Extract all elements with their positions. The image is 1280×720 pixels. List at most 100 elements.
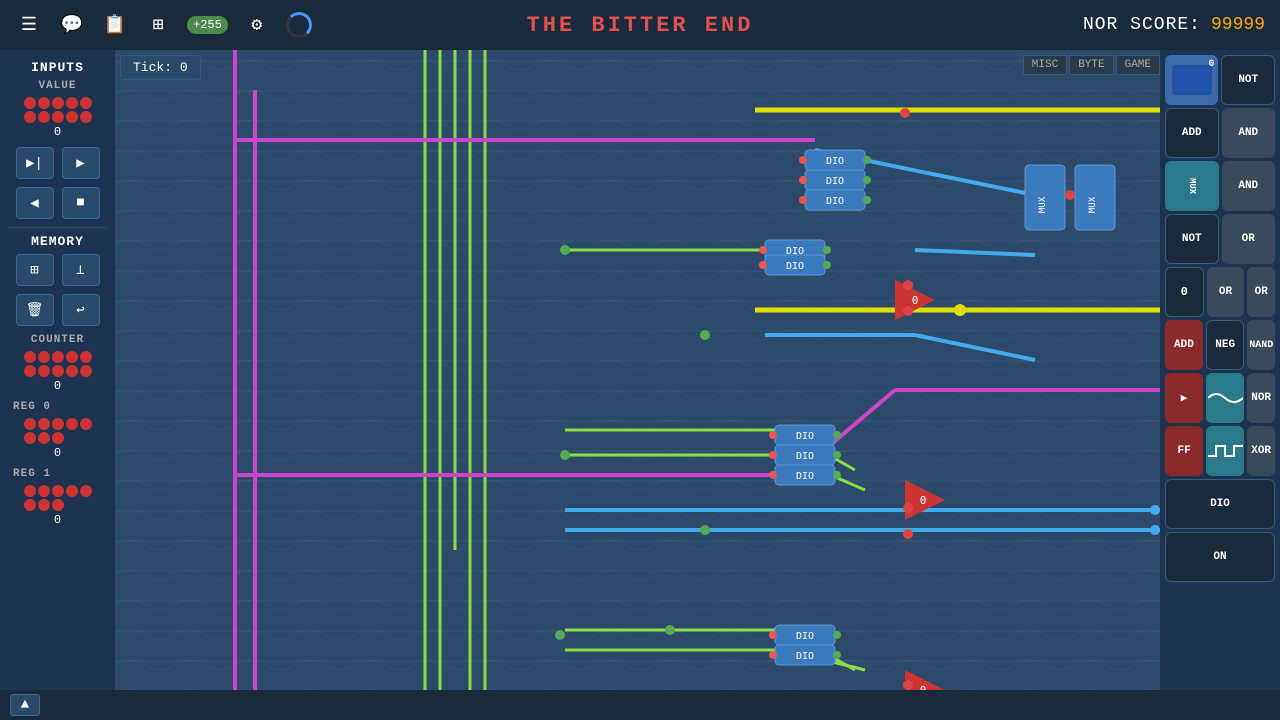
chip-nor[interactable]: NOR bbox=[1247, 373, 1275, 423]
control-row-2: ◀ ■ bbox=[8, 187, 107, 219]
network-icon[interactable]: ⊞ bbox=[144, 11, 172, 39]
clipboard-icon[interactable]: 📋 bbox=[101, 11, 129, 39]
dot bbox=[24, 97, 36, 109]
canvas-area[interactable]: DIO DIO DIO DIO DIO DIO DIO DIO bbox=[115, 50, 1160, 690]
menu-icon[interactable]: ☰ bbox=[15, 11, 43, 39]
chip-display[interactable]: 0 bbox=[1165, 55, 1218, 105]
stop-btn[interactable]: ■ bbox=[62, 187, 100, 219]
chip-row-6: ADD NEG NAND bbox=[1165, 320, 1275, 370]
value-dots bbox=[8, 97, 107, 123]
bottom-bar: ▲ bbox=[0, 690, 1280, 720]
chip-label: NAND bbox=[1249, 340, 1273, 351]
chip-mux[interactable]: MUX bbox=[1165, 161, 1219, 211]
chip-label: ON bbox=[1213, 551, 1226, 563]
dot bbox=[66, 418, 78, 430]
dot bbox=[52, 365, 64, 377]
svg-text:DIO: DIO bbox=[826, 156, 844, 167]
control-row-3: ⊞ ⊥ bbox=[8, 254, 107, 286]
tab-row: MISC BYTE GAME bbox=[1023, 55, 1160, 75]
chip-or-2[interactable]: OR bbox=[1207, 267, 1245, 317]
reg1-value: 0 bbox=[8, 513, 107, 527]
dot bbox=[80, 111, 92, 123]
arrow-up-btn[interactable]: ▲ bbox=[10, 694, 40, 716]
chip-label: 0 bbox=[1181, 285, 1188, 299]
chat-icon[interactable]: 💬 bbox=[58, 11, 86, 39]
dot bbox=[38, 418, 50, 430]
memory-title: MEMORY bbox=[8, 234, 107, 249]
svg-text:MUX: MUX bbox=[1038, 196, 1048, 213]
notification-badge: +255 bbox=[187, 16, 228, 34]
right-panel: 0 NOT ADD AND MUX AND NOT OR 0 bbox=[1160, 50, 1280, 720]
delete-btn[interactable]: 🗑 bbox=[16, 294, 54, 326]
tick-bar: Tick: 0 bbox=[120, 55, 201, 80]
dot bbox=[66, 351, 78, 363]
tick-value: 0 bbox=[180, 60, 188, 75]
value-label: VALUE bbox=[8, 80, 107, 92]
dot bbox=[66, 485, 78, 497]
tab-misc[interactable]: MISC bbox=[1023, 55, 1067, 75]
chip-label: MUX bbox=[1187, 178, 1197, 194]
chip-play[interactable]: ▶ bbox=[1165, 373, 1203, 423]
score-label: NOR SCORE: bbox=[1083, 15, 1201, 35]
dot bbox=[52, 351, 64, 363]
reg0-dots bbox=[8, 418, 107, 444]
chip-or-3[interactable]: OR bbox=[1247, 267, 1275, 317]
wave2-display bbox=[1208, 441, 1243, 461]
circuit-diagram: DIO DIO DIO DIO DIO DIO DIO DIO bbox=[115, 50, 1160, 690]
chip-add-2[interactable]: ADD bbox=[1165, 320, 1203, 370]
dot bbox=[66, 365, 78, 377]
chip-or-1[interactable]: OR bbox=[1222, 214, 1275, 264]
chip-ff[interactable]: FF bbox=[1165, 426, 1203, 476]
chip-add[interactable]: ADD bbox=[1165, 108, 1219, 158]
chip-zero[interactable]: 0 bbox=[1165, 267, 1204, 317]
chip-label: NOT bbox=[1238, 74, 1258, 86]
topbar-center: THE BITTER END bbox=[527, 13, 754, 38]
grid-btn[interactable]: ⊞ bbox=[16, 254, 54, 286]
step-back-btn[interactable]: ◀ bbox=[16, 187, 54, 219]
inputs-title: INPUTS bbox=[8, 60, 107, 75]
dot bbox=[80, 97, 92, 109]
chip-label: XOR bbox=[1251, 445, 1271, 457]
chip-wave2[interactable] bbox=[1206, 426, 1244, 476]
chip-xor[interactable]: XOR bbox=[1247, 426, 1275, 476]
svg-text:0: 0 bbox=[920, 494, 927, 507]
chip-nand[interactable]: NAND bbox=[1247, 320, 1275, 370]
chip-and-2[interactable]: AND bbox=[1222, 161, 1276, 211]
dot bbox=[80, 365, 92, 377]
tab-byte[interactable]: BYTE bbox=[1069, 55, 1113, 75]
svg-text:DIO: DIO bbox=[786, 261, 804, 272]
value-num: 0 bbox=[8, 125, 107, 139]
score-value: 99999 bbox=[1211, 15, 1265, 35]
tab-game[interactable]: GAME bbox=[1116, 55, 1160, 75]
chip-label: AND bbox=[1238, 127, 1258, 139]
toggle-btn[interactable]: ⊥ bbox=[62, 254, 100, 286]
chip-not[interactable]: NOT bbox=[1221, 55, 1275, 105]
dot bbox=[66, 111, 78, 123]
chip-neg[interactable]: NEG bbox=[1206, 320, 1245, 370]
dot bbox=[52, 432, 64, 444]
counter-dots bbox=[8, 351, 107, 377]
svg-text:DIO: DIO bbox=[796, 471, 814, 482]
dot bbox=[52, 485, 64, 497]
left-panel: INPUTS VALUE 0 ▶| ▶ ◀ ■ MEMORY ⊞ ⊥ 🗑 ↩ C… bbox=[0, 50, 115, 720]
chip-row-4: NOT OR bbox=[1165, 214, 1275, 264]
chip-and-1[interactable]: AND bbox=[1222, 108, 1275, 158]
chip-label: OR bbox=[1255, 286, 1268, 298]
svg-text:DIO: DIO bbox=[826, 176, 844, 187]
step-forward-btn[interactable]: ▶| bbox=[16, 147, 54, 179]
chip-row-9: DIO bbox=[1165, 479, 1275, 529]
chip-row-2: ADD AND bbox=[1165, 108, 1275, 158]
dot bbox=[52, 111, 64, 123]
chip-label: OR bbox=[1242, 233, 1255, 245]
play-btn[interactable]: ▶ bbox=[62, 147, 100, 179]
dot bbox=[38, 432, 50, 444]
chip-not-2[interactable]: NOT bbox=[1165, 214, 1219, 264]
undo-btn[interactable]: ↩ bbox=[62, 294, 100, 326]
wave-display bbox=[1208, 388, 1243, 408]
settings-icon[interactable]: ⚙ bbox=[243, 11, 271, 39]
svg-text:0: 0 bbox=[912, 294, 919, 307]
chip-label: NOT bbox=[1182, 233, 1202, 245]
chip-wave[interactable] bbox=[1206, 373, 1244, 423]
chip-on[interactable]: ON bbox=[1165, 532, 1275, 582]
chip-dio[interactable]: DIO bbox=[1165, 479, 1275, 529]
